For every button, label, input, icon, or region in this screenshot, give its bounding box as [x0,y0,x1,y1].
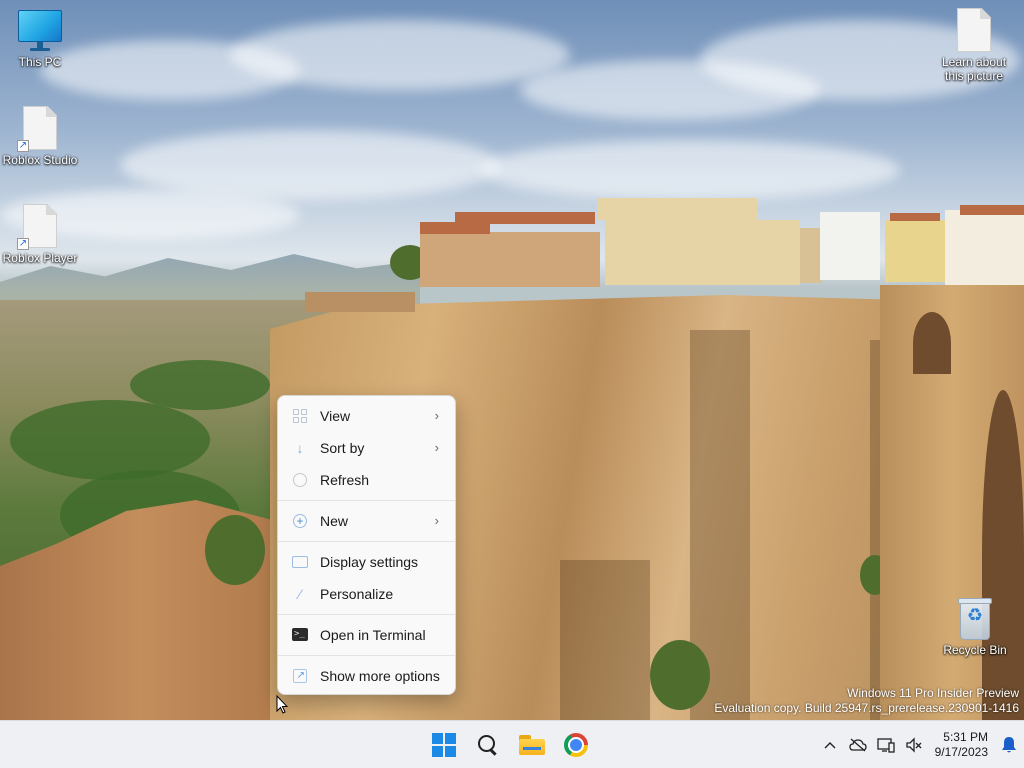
evaluation-watermark: Windows 11 Pro Insider Preview Evaluatio… [714,686,1019,716]
menu-separator [278,655,455,656]
learn-about-picture-desktop-icon[interactable]: Learn about this picture [934,8,1014,83]
sort-icon: ↓ [296,440,304,456]
menu-item-refresh[interactable]: Refresh [278,464,455,496]
taskbar-pinned-apps [424,725,596,765]
menu-item-view[interactable]: View › [278,400,455,432]
onedrive-tray-button[interactable] [844,725,872,765]
bell-icon [1002,737,1016,753]
windows-logo-icon [432,733,456,757]
watermark-line-2: Evaluation copy. Build 25947.rs_prerelea… [714,701,1019,715]
menu-item-open-in-terminal[interactable]: >_ Open in Terminal [278,619,455,651]
menu-item-new[interactable]: + New › [278,505,455,537]
desktop-context-menu: View › ↓ Sort by › Refresh + New › Displ… [277,395,456,695]
roblox-player-desktop-icon[interactable]: ↗ Roblox Player [0,204,80,265]
chrome-icon [564,733,588,757]
desktop-wallpaper[interactable] [0,0,1024,720]
clock-date: 9/17/2023 [934,745,988,759]
recycle-bin-icon: ♻ [957,598,993,640]
network-icon [877,738,895,753]
watermark-line-1: Windows 11 Pro Insider Preview [847,686,1019,700]
computer-icon [18,10,62,52]
menu-item-show-more-options[interactable]: ↗ Show more options [278,660,455,692]
menu-item-label: Open in Terminal [320,627,426,643]
file-explorer-button[interactable] [512,725,552,765]
refresh-icon [292,472,308,488]
speaker-muted-icon [906,737,922,753]
roblox-studio-label: Roblox Studio [2,153,78,167]
menu-item-label: View [320,408,351,424]
this-pc-desktop-icon[interactable]: This PC [0,10,80,69]
display-icon [292,554,308,570]
chevron-right-icon: › [434,513,439,528]
chevron-up-icon [824,742,836,749]
start-button[interactable] [424,725,464,765]
view-grid-icon [292,408,308,424]
recycle-bin-label: Recycle Bin [943,643,1007,657]
taskbar-clock[interactable]: 5:31 PM 9/17/2023 [928,730,994,760]
search-icon [477,734,499,756]
menu-item-label: Display settings [320,554,419,570]
network-tray-button[interactable] [872,725,900,765]
menu-item-label: New [320,513,349,529]
menu-item-display-settings[interactable]: Display settings [278,546,455,578]
menu-item-label: Refresh [320,472,370,488]
search-button[interactable] [468,725,508,765]
brush-icon: ⁄ [298,586,302,602]
clock-time: 5:31 PM [943,730,988,744]
shortcut-arrow-icon: ↗ [17,140,29,152]
more-options-icon: ↗ [292,668,308,684]
menu-item-personalize[interactable]: ⁄ Personalize [278,578,455,610]
menu-separator [278,614,455,615]
cloud-offline-icon [849,738,867,752]
this-pc-label: This PC [18,55,62,69]
recycle-bin-desktop-icon[interactable]: ♻ Recycle Bin [935,598,1015,657]
chevron-right-icon: › [434,408,439,423]
new-plus-icon: + [292,513,308,529]
taskbar: 5:31 PM 9/17/2023 [0,720,1024,768]
menu-separator [278,500,455,501]
mouse-pointer-icon [276,695,288,714]
shortcut-arrow-icon: ↗ [17,238,29,250]
roblox-player-label: Roblox Player [2,251,78,265]
volume-tray-button[interactable] [900,725,928,765]
file-explorer-icon [519,735,545,755]
system-tray: 5:31 PM 9/17/2023 [816,721,1024,768]
notifications-button[interactable] [994,725,1024,765]
roblox-studio-desktop-icon[interactable]: ↗ Roblox Studio [0,106,80,167]
terminal-icon: >_ [292,627,308,643]
file-icon [957,8,991,52]
menu-item-sort-by[interactable]: ↓ Sort by › [278,432,455,464]
menu-item-label: Sort by [320,440,365,456]
menu-item-label: Show more options [320,668,440,684]
chevron-right-icon: › [434,440,439,455]
chrome-button[interactable] [556,725,596,765]
show-hidden-icons-button[interactable] [816,725,844,765]
menu-item-label: Personalize [320,586,394,602]
learn-about-picture-label: Learn about this picture [941,55,1007,83]
menu-separator [278,541,455,542]
